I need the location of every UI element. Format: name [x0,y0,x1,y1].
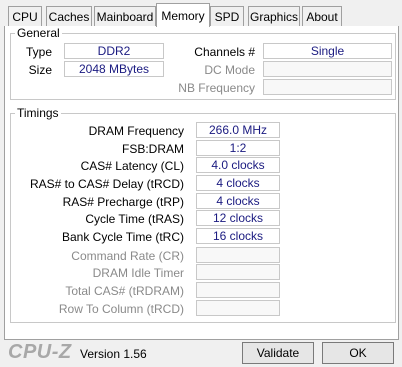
total-cas-label: Total CAS# (tRDRAM) [65,284,184,298]
ras-to-cas-field: 4 clocks [196,175,280,191]
cycle-time-field: 12 clocks [196,210,280,226]
channels-label: Channels # [194,45,255,59]
ok-button[interactable]: OK [322,342,394,364]
dram-frequency-label: DRAM Frequency [88,124,184,138]
dc-mode-field [263,61,392,77]
command-rate-label: Command Rate (CR) [71,249,184,263]
version-label: Version 1.56 [80,347,147,361]
cas-latency-label: CAS# Latency (CL) [80,159,184,173]
ras-precharge-field: 4 clocks [196,193,280,209]
nb-frequency-field [263,79,392,95]
type-label: Type [25,45,52,59]
tab-about[interactable]: About [302,6,342,26]
row-to-column-label: Row To Column (tRCD) [58,302,184,316]
tab-mainboard[interactable]: Mainboard [94,6,156,26]
fsb-dram-label: FSB:DRAM [121,142,184,156]
tab-bar: CPU Caches Mainboard Memory SPD Graphics… [0,0,402,27]
fsb-dram-field: 1:2 [196,140,280,156]
total-cas-field [196,282,280,298]
general-group-title: General [15,26,62,40]
bank-cycle-time-label: Bank Cycle Time (tRC) [61,230,184,244]
tab-memory[interactable]: Memory [156,3,210,27]
nb-frequency-label: NB Frequency [178,81,255,95]
tab-caches[interactable]: Caches [46,6,92,26]
dram-frequency-field: 266.0 MHz [196,122,280,138]
dram-idle-timer-field [196,264,280,280]
cpu-z-logo: CPU-Z [8,341,72,363]
channels-field: Single [263,43,392,59]
timings-group-title: Timings [15,106,61,120]
cas-latency-field: 4.0 clocks [196,157,280,173]
size-label: Size [28,63,52,77]
dc-mode-label: DC Mode [204,63,255,77]
ras-to-cas-label: RAS# to CAS# Delay (tRCD) [29,177,184,191]
dram-idle-timer-label: DRAM Idle Timer [92,266,184,280]
bank-cycle-time-field: 16 clocks [196,228,280,244]
tab-cpu[interactable]: CPU [8,6,42,26]
size-field: 2048 MBytes [64,61,164,77]
tab-graphics[interactable]: Graphics [248,6,300,26]
cycle-time-label: Cycle Time (tRAS) [85,212,184,226]
command-rate-field [196,247,280,263]
validate-button[interactable]: Validate [242,342,314,364]
type-field: DDR2 [64,43,164,59]
tab-spd[interactable]: SPD [210,6,244,26]
ras-precharge-label: RAS# Precharge (tRP) [62,195,184,209]
row-to-column-field [196,300,280,316]
